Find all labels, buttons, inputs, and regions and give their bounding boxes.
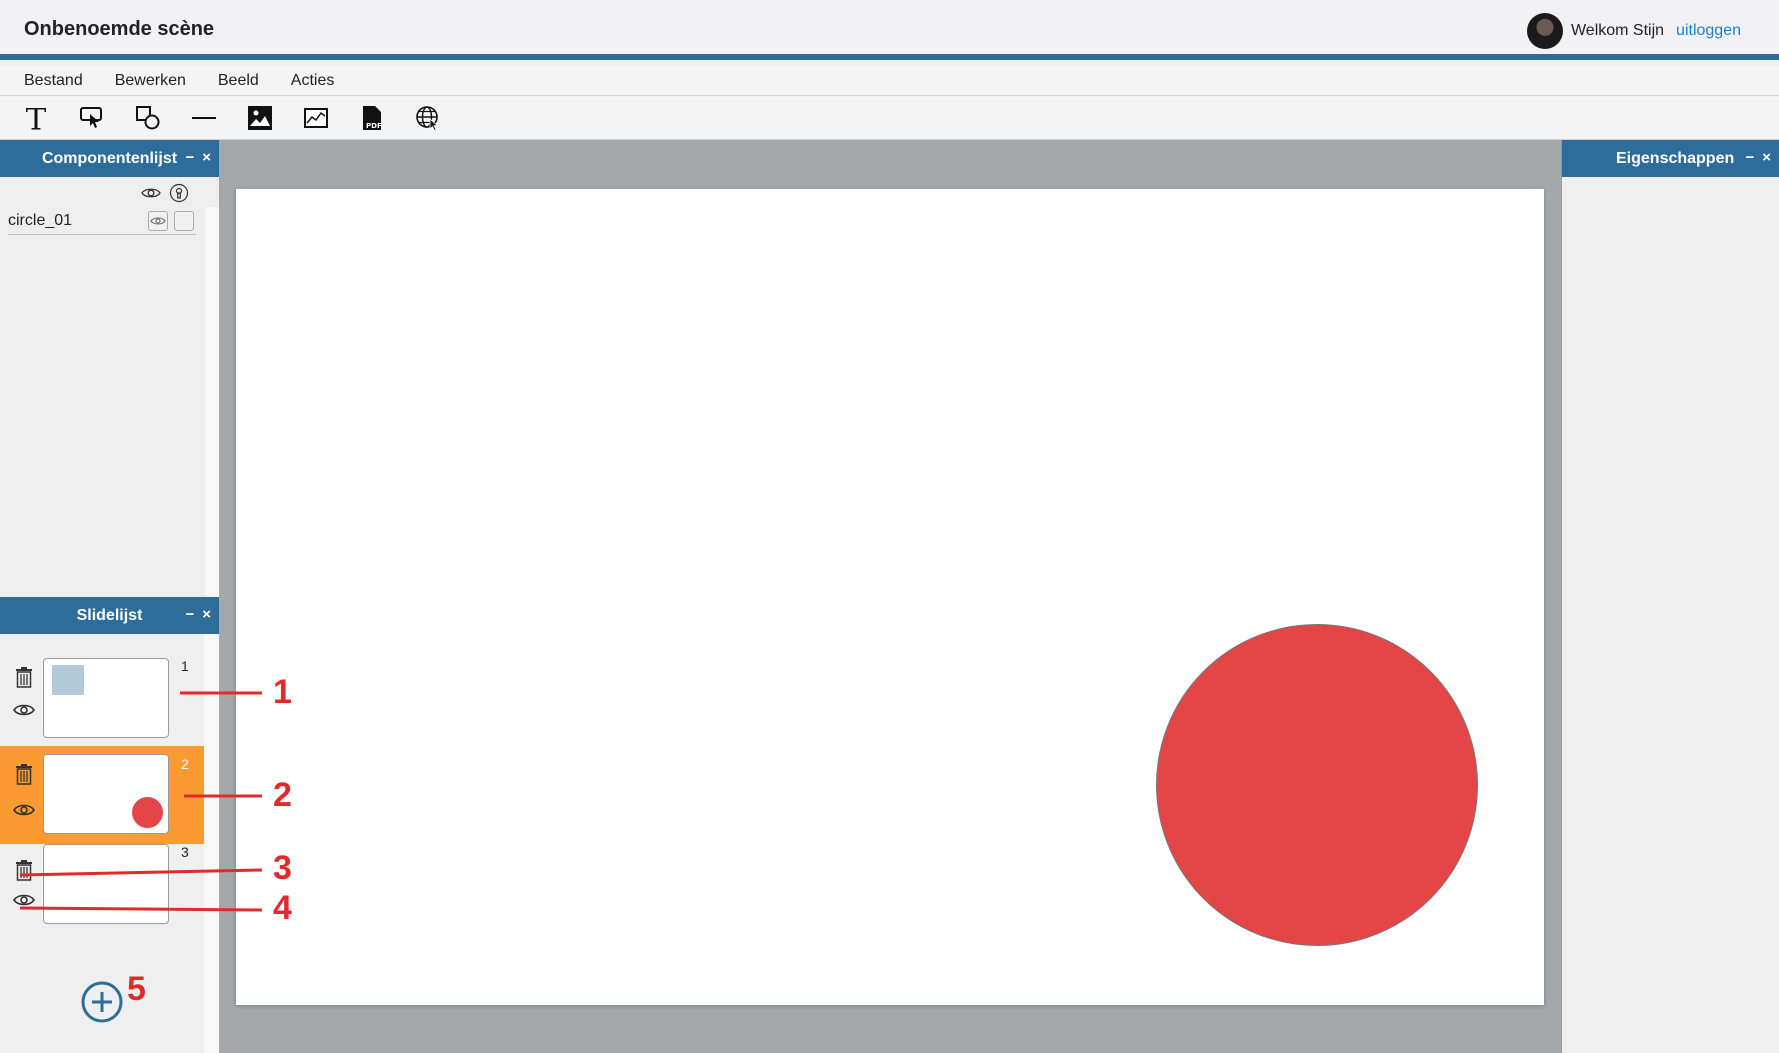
circle-shape[interactable] [1156, 624, 1478, 946]
thumbnail-circle [132, 797, 163, 828]
add-slide-button[interactable] [81, 981, 123, 1023]
component-row[interactable]: circle_01 [8, 207, 196, 235]
eye-icon[interactable] [12, 698, 36, 722]
menu-item-bewerken[interactable]: Bewerken [115, 72, 186, 90]
menu-item-acties[interactable]: Acties [291, 72, 335, 90]
button-tool-icon[interactable] [78, 104, 106, 132]
slide-number: 3 [181, 844, 189, 860]
line-tool-icon[interactable] [190, 104, 218, 132]
app-header: Onbenoemde scène Welkom Stijn uitloggen [0, 0, 1779, 60]
slide-number: 1 [181, 658, 189, 674]
component-list-scrollbar[interactable] [205, 207, 219, 597]
toolbar: PDF [0, 97, 1779, 140]
slide-number: 2 [181, 756, 189, 772]
properties-panel: Eigenschappen − × [1561, 140, 1779, 1053]
eye-icon[interactable] [12, 798, 36, 822]
component-lock-toggle[interactable] [174, 211, 194, 231]
properties-panel-header: Eigenschappen − × [1562, 140, 1779, 177]
slide-item-3[interactable]: 3 [0, 844, 204, 942]
shape-tool-icon[interactable] [134, 104, 162, 132]
menu-item-bestand[interactable]: Bestand [24, 72, 83, 90]
menu-bar: Bestand Bewerken Beeld Acties [0, 66, 1779, 96]
left-panel: Componentenlijst − × circle_01 Slidelijs… [0, 140, 219, 1053]
user-area: Welkom Stijn uitloggen [1526, 13, 1741, 49]
properties-panel-minimize-button[interactable]: − [1745, 150, 1754, 166]
properties-panel-close-button[interactable]: × [1762, 150, 1771, 166]
slide-list: 1 2 3 [0, 634, 219, 1053]
component-panel-close-button[interactable]: × [202, 150, 211, 166]
logout-link[interactable]: uitloggen [1676, 22, 1741, 40]
trash-icon[interactable] [12, 665, 36, 689]
slide-panel-minimize-button[interactable]: − [185, 607, 194, 623]
slide-thumbnail[interactable] [43, 658, 169, 738]
svg-text:PDF: PDF [366, 122, 382, 130]
slide-list-scrollbar[interactable] [204, 634, 219, 1053]
slide-thumbnail[interactable] [43, 754, 169, 834]
trash-icon[interactable] [12, 762, 36, 786]
properties-panel-title: Eigenschappen [1616, 149, 1735, 167]
image-tool-icon[interactable] [246, 104, 274, 132]
pdf-tool-icon[interactable]: PDF [358, 104, 386, 132]
text-tool-icon[interactable] [22, 104, 50, 132]
chart-tool-icon[interactable] [302, 104, 330, 132]
slide-panel-title: Slidelijst [76, 606, 143, 624]
slide-panel-close-button[interactable]: × [202, 607, 211, 623]
component-panel-minimize-button[interactable]: − [185, 150, 194, 166]
web-tool-icon[interactable] [414, 104, 442, 132]
menu-item-beeld[interactable]: Beeld [218, 72, 259, 90]
welcome-text: Welkom Stijn [1570, 22, 1665, 39]
lock-header-icon[interactable] [169, 183, 189, 208]
component-name: circle_01 [8, 211, 73, 229]
slide-panel: Slidelijst − × 1 2 3 [0, 597, 219, 1053]
trash-icon[interactable] [12, 858, 36, 882]
component-visibility-toggle[interactable] [148, 211, 168, 231]
slide-thumbnail[interactable] [43, 844, 169, 924]
component-list: circle_01 [0, 177, 219, 597]
eye-icon[interactable] [12, 888, 36, 912]
slide-item-1[interactable]: 1 [0, 648, 204, 746]
slide-stage[interactable] [236, 189, 1544, 1005]
visibility-header-eye-icon[interactable] [141, 183, 161, 208]
page-title: Onbenoemde scène [24, 18, 215, 40]
canvas-area [219, 140, 1561, 1053]
component-panel-header: Componentenlijst − × [0, 140, 219, 177]
slide-item-2[interactable]: 2 [0, 746, 204, 844]
eye-icon [150, 217, 166, 225]
slide-panel-header: Slidelijst − × [0, 597, 219, 634]
component-panel-title: Componentenlijst [41, 149, 178, 167]
avatar[interactable] [1526, 13, 1563, 49]
thumbnail-square [52, 665, 84, 695]
plus-circle-icon [81, 981, 123, 1023]
